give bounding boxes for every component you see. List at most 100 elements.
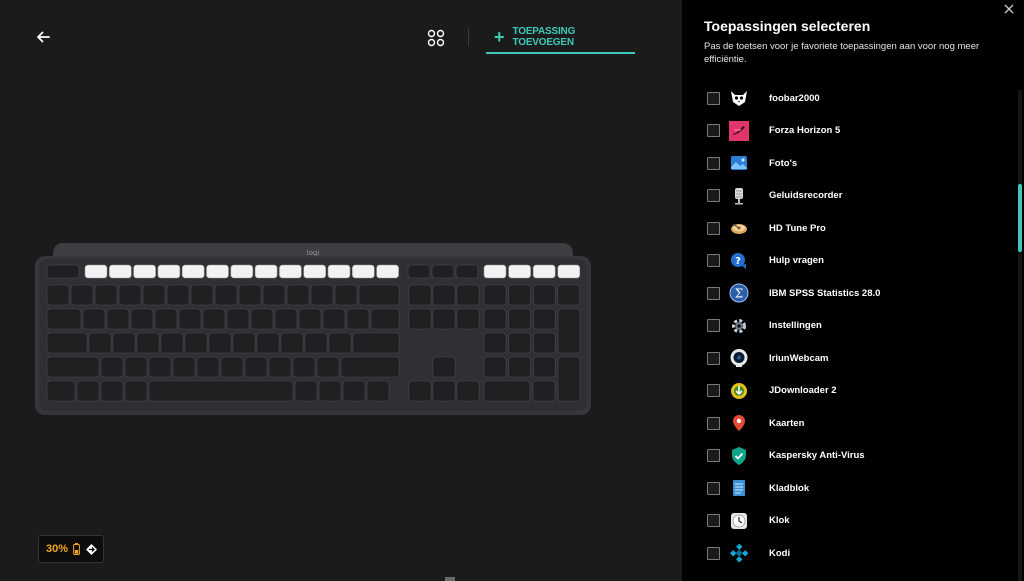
spss-icon: Σ	[729, 283, 749, 303]
keyboard-key	[76, 380, 100, 402]
app-checkbox[interactable]	[707, 514, 720, 528]
scrollbar-track[interactable]	[1018, 90, 1022, 581]
keyboard-key	[268, 356, 292, 378]
app-checkbox[interactable]	[707, 91, 720, 105]
keyboard-key	[557, 356, 581, 402]
keyboard-key	[366, 380, 390, 402]
app-checkbox[interactable]	[707, 156, 720, 170]
app-checkbox[interactable]	[707, 254, 720, 268]
keyboard-key	[46, 356, 100, 378]
app-list-item[interactable]: Σ IBM SPSS Statistics 28.0	[682, 277, 1018, 310]
maps-pin-icon	[729, 413, 749, 433]
keyboard-key	[431, 264, 455, 279]
app-list-item[interactable]: Kaspersky Anti-Virus	[682, 440, 1018, 473]
app-checkbox[interactable]	[707, 221, 720, 235]
keyboard-key	[157, 264, 181, 279]
keyboard-key	[130, 308, 154, 330]
keyboard-key	[483, 380, 531, 402]
app-checkbox[interactable]	[707, 286, 720, 300]
app-grid-icon[interactable]	[427, 29, 445, 47]
keyboard-key	[280, 332, 304, 354]
keyboard-key	[46, 264, 80, 279]
app-list-item[interactable]: Foto's	[682, 147, 1018, 180]
keyboard-key	[508, 332, 531, 354]
notepad-icon	[729, 478, 749, 498]
plus-icon: +	[494, 27, 505, 47]
app-list-item[interactable]: IriunWebcam	[682, 342, 1018, 375]
app-list-item[interactable]: Klok	[682, 505, 1018, 538]
keyboard-key	[184, 332, 208, 354]
keyboard-key	[483, 284, 507, 306]
panel-title: Toepassingen selecteren	[704, 18, 871, 34]
keyboard-key	[508, 264, 531, 279]
keyboard-key	[483, 264, 507, 279]
clock-icon	[729, 511, 749, 531]
keyboard-key	[408, 284, 432, 306]
back-arrow-icon[interactable]	[34, 28, 52, 46]
battery-percent: 30%	[46, 543, 69, 555]
keyboard-key	[408, 380, 432, 402]
app-checkbox[interactable]	[707, 416, 720, 430]
app-list-item[interactable]: Kodi	[682, 537, 1018, 570]
app-list-item[interactable]: foobar2000	[682, 82, 1018, 115]
app-checkbox[interactable]	[707, 189, 720, 203]
keyboard-key	[206, 264, 229, 279]
app-name: Geluidsrecorder	[769, 190, 843, 202]
keyboard-key	[148, 380, 294, 402]
keyboard-key	[160, 332, 184, 354]
app-checkbox[interactable]	[707, 124, 720, 138]
app-list-item[interactable]: Kaarten	[682, 407, 1018, 440]
keyboard-key	[310, 284, 334, 306]
scrollbar-thumb[interactable]	[1018, 184, 1022, 252]
app-list-item[interactable]: Instellingen	[682, 310, 1018, 343]
app-list-item[interactable]: ? Hulp vragen	[682, 245, 1018, 278]
app-checkbox[interactable]	[707, 546, 720, 560]
battery-indicator: 30%	[38, 535, 104, 563]
app-list-item[interactable]: Geluidsrecorder	[682, 180, 1018, 213]
keyboard-key	[178, 308, 202, 330]
keyboard-key	[342, 380, 366, 402]
keyboard-key	[532, 380, 556, 402]
keyboard-key	[254, 264, 278, 279]
keyboard-key	[483, 332, 507, 354]
keyboard-key	[532, 332, 556, 354]
app-list-item[interactable]: HD Tune Pro	[682, 212, 1018, 245]
device-view: + TOEPASSING TOEVOEGEN logi 30%	[0, 0, 682, 581]
app-name: Kodi	[769, 547, 791, 559]
app-name: HD Tune Pro	[769, 222, 826, 234]
close-icon[interactable]	[1002, 2, 1016, 16]
app-checkbox[interactable]	[707, 481, 720, 495]
keyboard-key	[250, 308, 274, 330]
keyboard-key	[46, 308, 82, 330]
app-name: Foto's	[769, 157, 798, 169]
keyboard-key	[508, 284, 531, 306]
bottom-indicator	[445, 577, 455, 581]
keyboard-key	[232, 332, 256, 354]
keyboard-key	[327, 264, 351, 279]
keyboard-key	[109, 264, 132, 279]
keyboard-key	[88, 332, 112, 354]
keyboard-key	[238, 284, 262, 306]
add-application-tab[interactable]: + TOEPASSING TOEVOEGEN	[486, 22, 635, 54]
keyboard-key	[46, 284, 70, 306]
kaspersky-shield-icon	[729, 446, 749, 466]
keyboard-key	[244, 356, 268, 378]
keyboard-key	[298, 308, 322, 330]
keyboard-key	[432, 308, 456, 330]
keyboard-key	[532, 284, 556, 306]
keyboard-key	[112, 332, 136, 354]
app-checkbox[interactable]	[707, 449, 720, 463]
app-checkbox[interactable]	[707, 319, 720, 333]
svg-text:?: ?	[735, 256, 741, 267]
keyboard-key	[432, 380, 456, 402]
app-checkbox[interactable]	[707, 384, 720, 398]
keyboard-key	[154, 308, 178, 330]
app-checkbox[interactable]	[707, 351, 720, 365]
webcam-icon	[729, 348, 749, 368]
keyboard-key	[208, 332, 232, 354]
app-list-item[interactable]: JDownloader 2	[682, 375, 1018, 408]
app-list-item[interactable]: Forza Horizon 5	[682, 115, 1018, 148]
forza-icon	[729, 120, 749, 141]
keyboard-key	[279, 264, 302, 279]
app-list-item[interactable]: Kladblok	[682, 472, 1018, 505]
